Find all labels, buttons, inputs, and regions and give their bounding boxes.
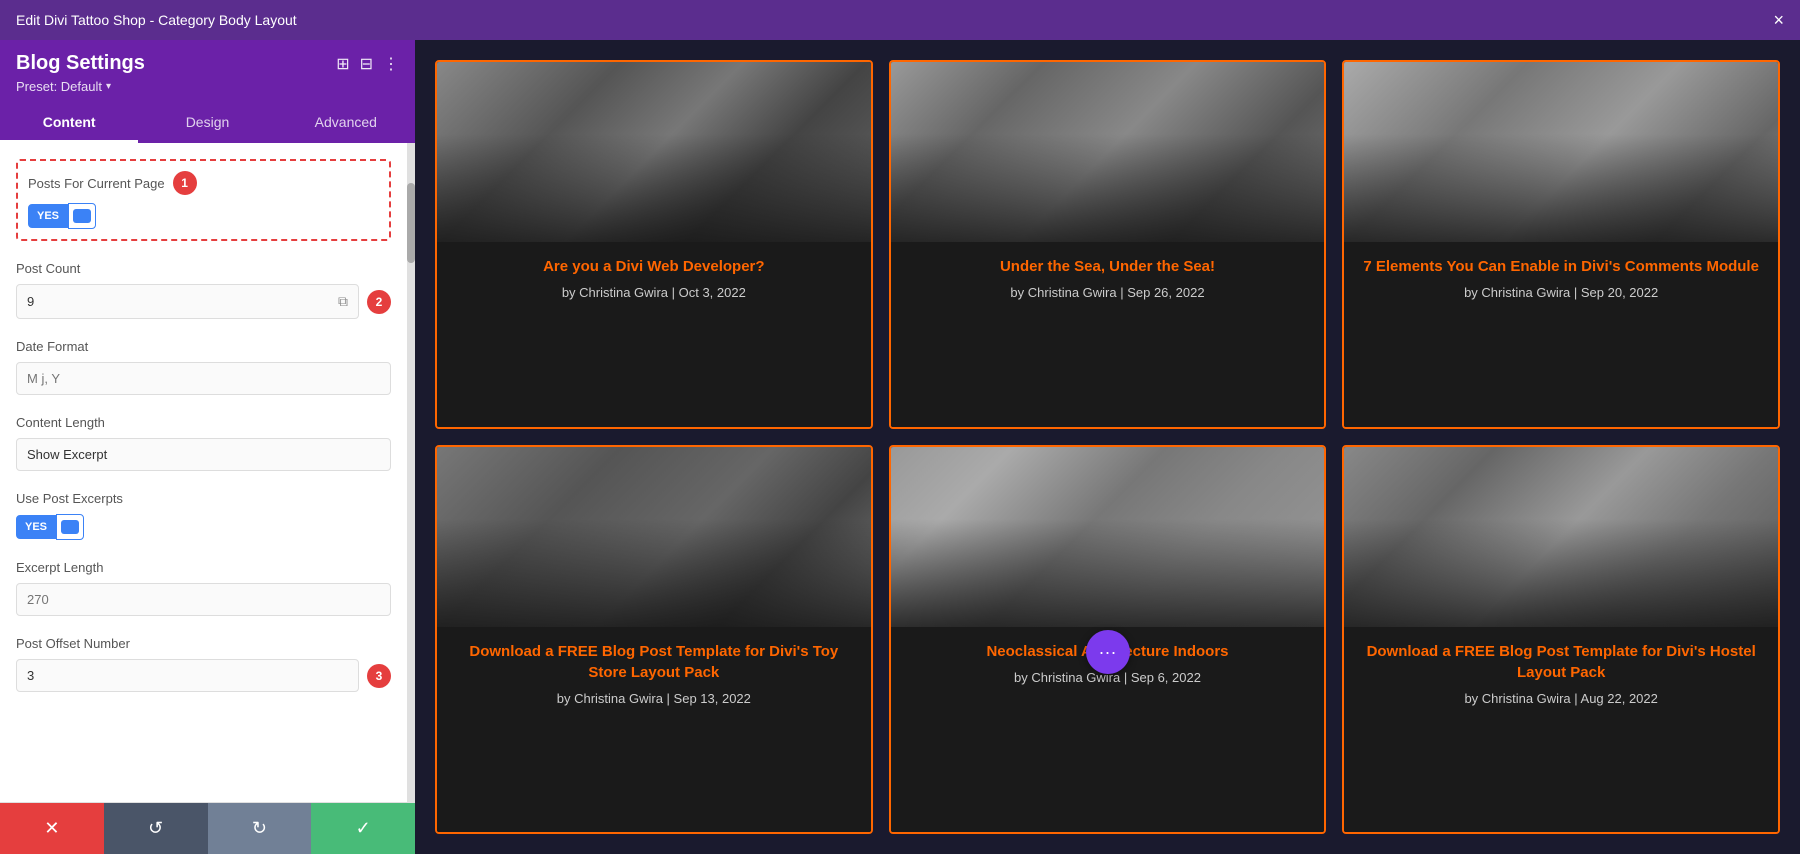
content-length-section: Content Length Show Excerpt Show Full Co… — [16, 415, 391, 471]
post-count-row: ⧉ 2 — [16, 284, 391, 319]
scroll-thumb[interactable] — [407, 183, 415, 263]
blog-card-meta-3: by Christina Gwira | Sep 20, 2022 — [1358, 285, 1764, 300]
blog-card-meta-1: by Christina Gwira | Oct 3, 2022 — [451, 285, 857, 300]
preset-label[interactable]: Preset: Default ▾ — [16, 79, 399, 94]
post-count-label: Post Count — [16, 261, 391, 276]
date-format-input-wrapper — [16, 362, 391, 395]
bottom-toolbar: ✕ ↺ ↻ ✓ — [0, 802, 415, 854]
post-offset-input-wrapper — [16, 659, 359, 692]
blog-card-img-1 — [437, 62, 871, 242]
excerpt-length-input-wrapper — [16, 583, 391, 616]
panel-title: Blog Settings — [16, 52, 145, 75]
tab-design[interactable]: Design — [138, 104, 276, 143]
title-bar: Edit Divi Tattoo Shop - Category Body La… — [0, 0, 1800, 40]
blog-card-title-4: Download a FREE Blog Post Template for D… — [451, 641, 857, 683]
badge-3: 3 — [367, 664, 391, 688]
main-layout: Blog Settings ⊞ ⊟ ⋮ Preset: Default ▾ Co… — [0, 40, 1800, 854]
blog-card-body-6: Download a FREE Blog Post Template for D… — [1344, 627, 1778, 833]
close-window-button[interactable]: × — [1773, 11, 1784, 29]
blog-card-img-5 — [891, 447, 1325, 627]
tabs-container: Content Design Advanced — [0, 104, 415, 143]
toggle-yes-label[interactable]: YES — [28, 204, 68, 228]
blog-card-6[interactable]: Download a FREE Blog Post Template for D… — [1342, 445, 1780, 835]
post-offset-label: Post Offset Number — [16, 636, 391, 651]
blog-card-body-2: Under the Sea, Under the Sea! by Christi… — [891, 242, 1325, 427]
blog-card-2[interactable]: Under the Sea, Under the Sea! by Christi… — [889, 60, 1327, 429]
float-action-button[interactable]: ··· — [1086, 630, 1130, 674]
save-button[interactable]: ✓ — [311, 803, 415, 854]
blog-card-img-4 — [437, 447, 871, 627]
use-post-excerpts-yes[interactable]: YES — [16, 515, 56, 539]
content-length-select[interactable]: Show Excerpt Show Full Content — [16, 438, 391, 471]
blog-card-title-6: Download a FREE Blog Post Template for D… — [1358, 641, 1764, 683]
blog-card-3[interactable]: 7 Elements You Can Enable in Divi's Comm… — [1342, 60, 1780, 429]
copy-icon: ⧉ — [338, 293, 348, 310]
blog-card-meta-2: by Christina Gwira | Sep 26, 2022 — [905, 285, 1311, 300]
blog-card-1[interactable]: Are you a Divi Web Developer? by Christi… — [435, 60, 873, 429]
blog-card-title-3: 7 Elements You Can Enable in Divi's Comm… — [1358, 256, 1764, 277]
discard-button[interactable]: ✕ — [0, 803, 104, 854]
preset-arrow: ▾ — [106, 81, 111, 92]
blog-card-meta-4: by Christina Gwira | Sep 13, 2022 — [451, 691, 857, 706]
save-icon: ✓ — [356, 818, 371, 839]
close-icon: ✕ — [44, 818, 59, 839]
post-count-input[interactable] — [27, 294, 338, 309]
tab-content[interactable]: Content — [0, 104, 138, 143]
blog-preview-area: Are you a Divi Web Developer? by Christi… — [415, 40, 1800, 854]
title-bar-title: Edit Divi Tattoo Shop - Category Body La… — [16, 12, 297, 28]
excerpt-length-label: Excerpt Length — [16, 560, 391, 575]
use-post-excerpts-label: Use Post Excerpts — [16, 491, 391, 506]
blog-card-img-2 — [891, 62, 1325, 242]
post-offset-input[interactable] — [27, 668, 348, 683]
use-post-excerpts-toggle[interactable]: YES — [16, 514, 391, 540]
excerpt-length-section: Excerpt Length — [16, 560, 391, 616]
posts-current-page-label: Posts For Current Page — [28, 176, 165, 191]
use-post-excerpts-section: Use Post Excerpts YES — [16, 491, 391, 540]
panel-content: Posts For Current Page 1 YES Post Cou — [0, 143, 407, 802]
blog-card-meta-6: by Christina Gwira | Aug 22, 2022 — [1358, 691, 1764, 706]
undo-icon: ↺ — [148, 818, 163, 839]
blog-card-img-6 — [1344, 447, 1778, 627]
blog-card-title-2: Under the Sea, Under the Sea! — [905, 256, 1311, 277]
blog-card-img-3 — [1344, 62, 1778, 242]
post-offset-row: 3 — [16, 659, 391, 692]
blog-card-body-3: 7 Elements You Can Enable in Divi's Comm… — [1344, 242, 1778, 427]
panel-body: Posts For Current Page 1 YES Post Cou — [0, 143, 415, 802]
blog-card-body-4: Download a FREE Blog Post Template for D… — [437, 627, 871, 833]
date-format-label: Date Format — [16, 339, 391, 354]
redo-button[interactable]: ↻ — [208, 803, 312, 854]
blog-card-4[interactable]: Download a FREE Blog Post Template for D… — [435, 445, 873, 835]
blog-card-title-1: Are you a Divi Web Developer? — [451, 256, 857, 277]
undo-button[interactable]: ↺ — [104, 803, 208, 854]
blog-card-body-1: Are you a Divi Web Developer? by Christi… — [437, 242, 871, 427]
panel-icon-grid[interactable]: ⊞ — [336, 54, 349, 74]
use-post-excerpts-knob-inner — [61, 520, 79, 534]
posts-current-page-highlight: Posts For Current Page 1 YES — [16, 159, 391, 241]
badge-1: 1 — [173, 171, 197, 195]
tab-advanced[interactable]: Advanced — [277, 104, 415, 143]
post-offset-section: Post Offset Number 3 — [16, 636, 391, 692]
left-panel: Blog Settings ⊞ ⊟ ⋮ Preset: Default ▾ Co… — [0, 40, 415, 854]
toggle-knob[interactable] — [68, 203, 96, 229]
toggle-knob-inner — [73, 209, 91, 223]
blog-grid: Are you a Divi Web Developer? by Christi… — [415, 40, 1800, 854]
panel-icons: ⊞ ⊟ ⋮ — [336, 54, 399, 74]
panel-title-row: Blog Settings ⊞ ⊟ ⋮ — [16, 52, 399, 75]
excerpt-length-input[interactable] — [27, 592, 380, 607]
use-post-excerpts-knob[interactable] — [56, 514, 84, 540]
panel-icon-more[interactable]: ⋮ — [383, 54, 399, 74]
panel-icon-columns[interactable]: ⊟ — [360, 54, 373, 74]
posts-for-current-page-section: Posts For Current Page 1 YES — [16, 159, 391, 241]
post-count-section: Post Count ⧉ 2 — [16, 261, 391, 319]
badge-2: 2 — [367, 290, 391, 314]
posts-current-page-toggle[interactable]: YES — [28, 203, 379, 229]
date-format-input[interactable] — [27, 371, 380, 386]
date-format-section: Date Format — [16, 339, 391, 395]
scroll-track[interactable] — [407, 143, 415, 802]
panel-header: Blog Settings ⊞ ⊟ ⋮ Preset: Default ▾ — [0, 40, 415, 104]
post-count-input-wrapper: ⧉ — [16, 284, 359, 319]
content-length-label: Content Length — [16, 415, 391, 430]
redo-icon: ↻ — [252, 818, 267, 839]
